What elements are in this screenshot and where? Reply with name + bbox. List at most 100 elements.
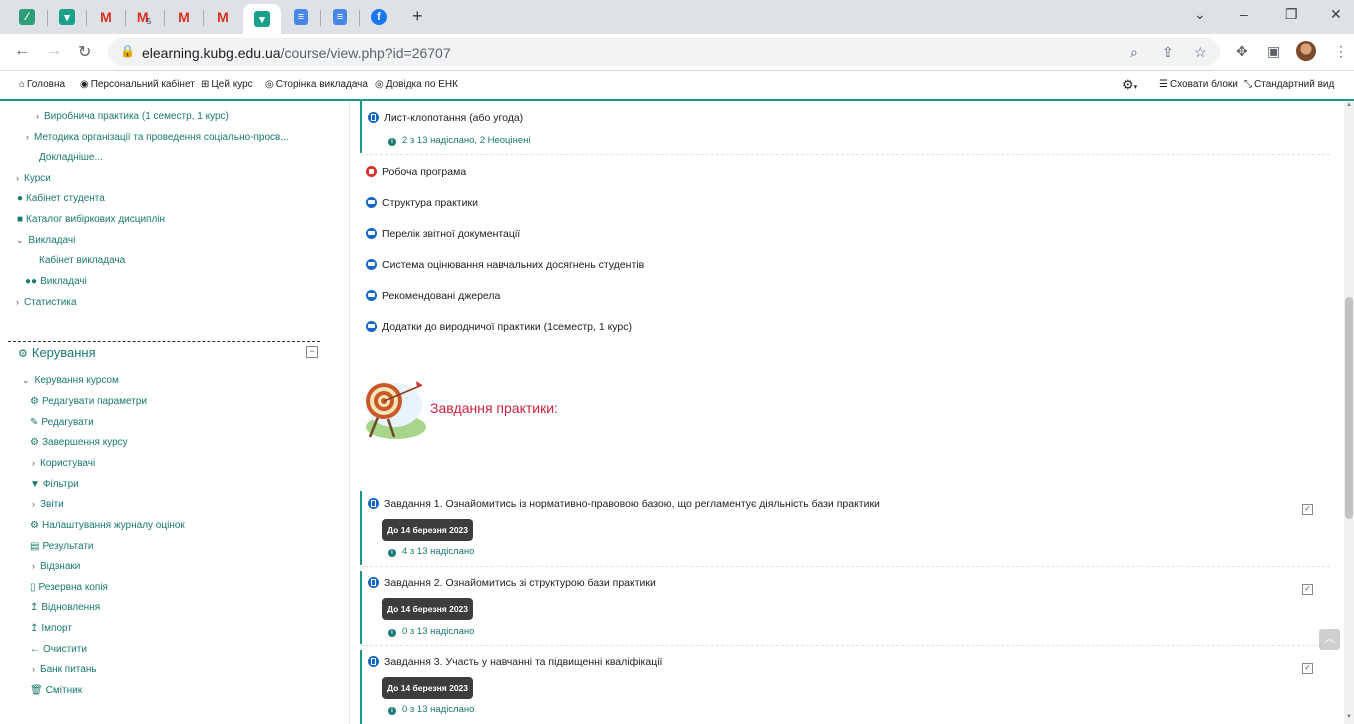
nav-item-course[interactable]: › Виробнича практика (1 семестр, 1 курс) (36, 111, 229, 122)
completion-checkbox[interactable]: ✓ (1302, 504, 1313, 515)
admin-edit-settings[interactable]: ⚙ Редагувати параметри (30, 396, 147, 407)
nav-item-statistics[interactable]: › Статистика (16, 297, 77, 308)
target-illustration-icon (366, 381, 426, 439)
nav-home[interactable]: ⌂ Головна (19, 79, 65, 90)
admin-edit[interactable]: ✎ Редагувати (30, 417, 94, 428)
info-icon: i (388, 138, 396, 146)
nav-cabinet[interactable]: ◉ Персональний кабінет (80, 79, 195, 90)
nav-item-catalog[interactable]: ■ Каталог вибіркових дисциплін (17, 214, 165, 225)
page-link[interactable]: Перелік звітної документації (366, 227, 520, 240)
gear-icon: ⚙ (30, 520, 39, 531)
activity-link[interactable]: Завдання 2. Ознайомитись зі структурою б… (368, 576, 656, 589)
page-link[interactable]: Система оцінювання навчальних досягнень … (366, 258, 644, 271)
activity-page: Перелік звітної документації (360, 226, 1330, 246)
page-link[interactable]: Додатки до виродничої практики (1семестр… (366, 320, 632, 333)
activity-link[interactable]: Завдання 1. Ознайомитись із нормативно-п… (368, 497, 880, 510)
activity-page: Рекомендовані джерела (360, 288, 1330, 308)
bookmark-star-icon[interactable]: ☆ (1194, 44, 1207, 61)
admin-restore[interactable]: ↥ Відновлення (30, 602, 100, 613)
home-icon: ⌂ (19, 79, 26, 90)
browser-tab[interactable]: M (165, 4, 203, 30)
share-icon[interactable]: ⇪ (1162, 44, 1174, 61)
submission-status: i0 з 13 надіслано (388, 626, 474, 637)
admin-reports[interactable]: › Звіти (32, 499, 64, 510)
browser-tab[interactable]: M (204, 4, 242, 30)
course-content: Лист-клопотання (або угода) i2 з 13 наді… (349, 101, 1345, 724)
extensions-puzzle-icon[interactable]: ✥ (1236, 43, 1248, 60)
admin-import[interactable]: ↥ Імпорт (30, 623, 72, 634)
restore-icon[interactable]: ❐ (1285, 6, 1298, 23)
back-to-top-chevron-icon[interactable]: ︿ (1319, 629, 1340, 650)
browser-menu-icon[interactable]: ⋮ (1334, 43, 1348, 60)
collapse-block-icon[interactable]: − (306, 346, 318, 358)
activity-assignment: Лист-клопотання (або угода) i2 з 13 наді… (360, 101, 1332, 153)
admin-backup[interactable]: ▯ Резервна копія (30, 582, 108, 593)
scrollbar-thumb[interactable] (1345, 297, 1353, 519)
back-icon[interactable]: ← (14, 42, 30, 60)
browser-tab-active[interactable]: ▾ (243, 4, 281, 34)
close-icon[interactable]: ✕ (1330, 6, 1342, 23)
nav-teacher-page[interactable]: ◎ Сторінка викладача (265, 79, 368, 90)
nav-item-more[interactable]: Докладніше... (39, 152, 103, 163)
reload-icon[interactable]: ↻ (78, 42, 91, 62)
page-link[interactable]: Структура практики (366, 196, 478, 209)
admin-course-completion[interactable]: ⚙ Завершення курсу (30, 437, 128, 448)
activity-link[interactable]: Завдання 3. Участь у навчанні та підвище… (368, 655, 662, 668)
hide-blocks-link[interactable]: ☰ Сховати блоки (1159, 79, 1238, 90)
chevron-right-icon: › (32, 499, 35, 509)
chevron-right-icon: › (32, 458, 35, 468)
activity-link[interactable]: Лист-клопотання (або угода) (368, 111, 523, 124)
dashboard-icon: ◉ (80, 79, 89, 90)
resource-link[interactable]: Робоча програма (366, 165, 466, 178)
admin-gradebook-setup[interactable]: ⚙ Налаштування журналу оцінок (30, 520, 185, 531)
nav-item-teachers[interactable]: ⌄ Викладачі (16, 235, 75, 246)
page-link[interactable]: Рекомендовані джерела (366, 289, 500, 302)
browser-tab[interactable]: M (87, 4, 125, 30)
browser-tab[interactable]: ▾ (48, 4, 86, 30)
side-panel-icon[interactable]: ▣ (1267, 43, 1280, 60)
scroll-up-arrow-icon[interactable]: ▲ (1346, 102, 1352, 108)
browser-tab[interactable]: ≡ (282, 4, 320, 30)
admin-badges[interactable]: › Відзнаки (32, 561, 80, 572)
sitemap-icon: ⊞ (201, 79, 210, 90)
gmail-icon: M (100, 9, 112, 25)
nav-item-teachers-list[interactable]: ●● Викладачі (25, 276, 87, 287)
admin-course-management[interactable]: ⌄ Керування курсом (22, 375, 119, 386)
assignment-icon (368, 111, 379, 123)
browser-tab[interactable]: f (360, 4, 398, 30)
browser-tab[interactable]: ≡ (321, 4, 359, 30)
address-url[interactable]: elearning.kubg.edu.ua/course/view.php?id… (142, 45, 451, 61)
filter-icon: ▼ (30, 479, 40, 490)
admin-filters[interactable]: ▼ Фільтри (30, 479, 79, 490)
browser-tab[interactable]: M5 (126, 4, 164, 30)
nav-this-course[interactable]: ⊞ Цей курс (201, 79, 253, 90)
zoom-icon[interactable]: ⌕ (1130, 44, 1138, 61)
nav-item-teacher-cabinet[interactable]: Кабінет викладача (39, 255, 125, 266)
tab-search-chevron-icon[interactable]: ⌄ (1194, 6, 1206, 23)
completion-checkbox[interactable]: ✓ (1302, 584, 1313, 595)
nav-item-student-cabinet[interactable]: ● Кабінет студента (17, 193, 105, 204)
tasks-heading: Завдання практики: (430, 400, 558, 416)
admin-recycle-bin[interactable]: 🗑 Смітник (30, 685, 82, 696)
settings-gear-icon[interactable]: ⚙▾ (1122, 77, 1137, 93)
nav-item-courses[interactable]: › Курси (16, 173, 51, 184)
nav-item-course[interactable]: › Методика організації та проведення соці… (26, 132, 289, 143)
minimize-icon[interactable]: – (1240, 6, 1248, 22)
chevron-right-icon: › (32, 561, 35, 571)
admin-grades[interactable]: ▤ Результати (30, 541, 94, 552)
scroll-down-arrow-icon[interactable]: ▼ (1346, 714, 1352, 720)
new-tab-plus-icon[interactable]: + (412, 6, 423, 27)
admin-users[interactable]: › Користувачі (32, 458, 95, 469)
browser-tab[interactable]: ⁄ (8, 4, 46, 30)
nav-help[interactable]: ◎ Довідка по ЕНК (375, 79, 458, 90)
admin-reset[interactable]: ← Очистити (30, 644, 87, 655)
chevron-down-icon: ⌄ (16, 235, 24, 245)
address-bar[interactable]: 🔒 elearning.kubg.edu.ua/course/view.php?… (108, 38, 1220, 66)
activity-assignment: Завдання 3. Участь у навчанні та підвище… (360, 650, 1332, 724)
moodle-navbar: ⌂ Головна ◉ Персональний кабінет ⊞ Цей курс… (0, 71, 1354, 101)
profile-avatar[interactable] (1296, 41, 1316, 61)
forward-icon[interactable]: → (46, 42, 62, 60)
completion-checkbox[interactable]: ✓ (1302, 663, 1313, 674)
standard-view-link[interactable]: ⤡ Стандартний вид (1244, 79, 1334, 90)
admin-question-bank[interactable]: › Банк питань (32, 664, 97, 675)
